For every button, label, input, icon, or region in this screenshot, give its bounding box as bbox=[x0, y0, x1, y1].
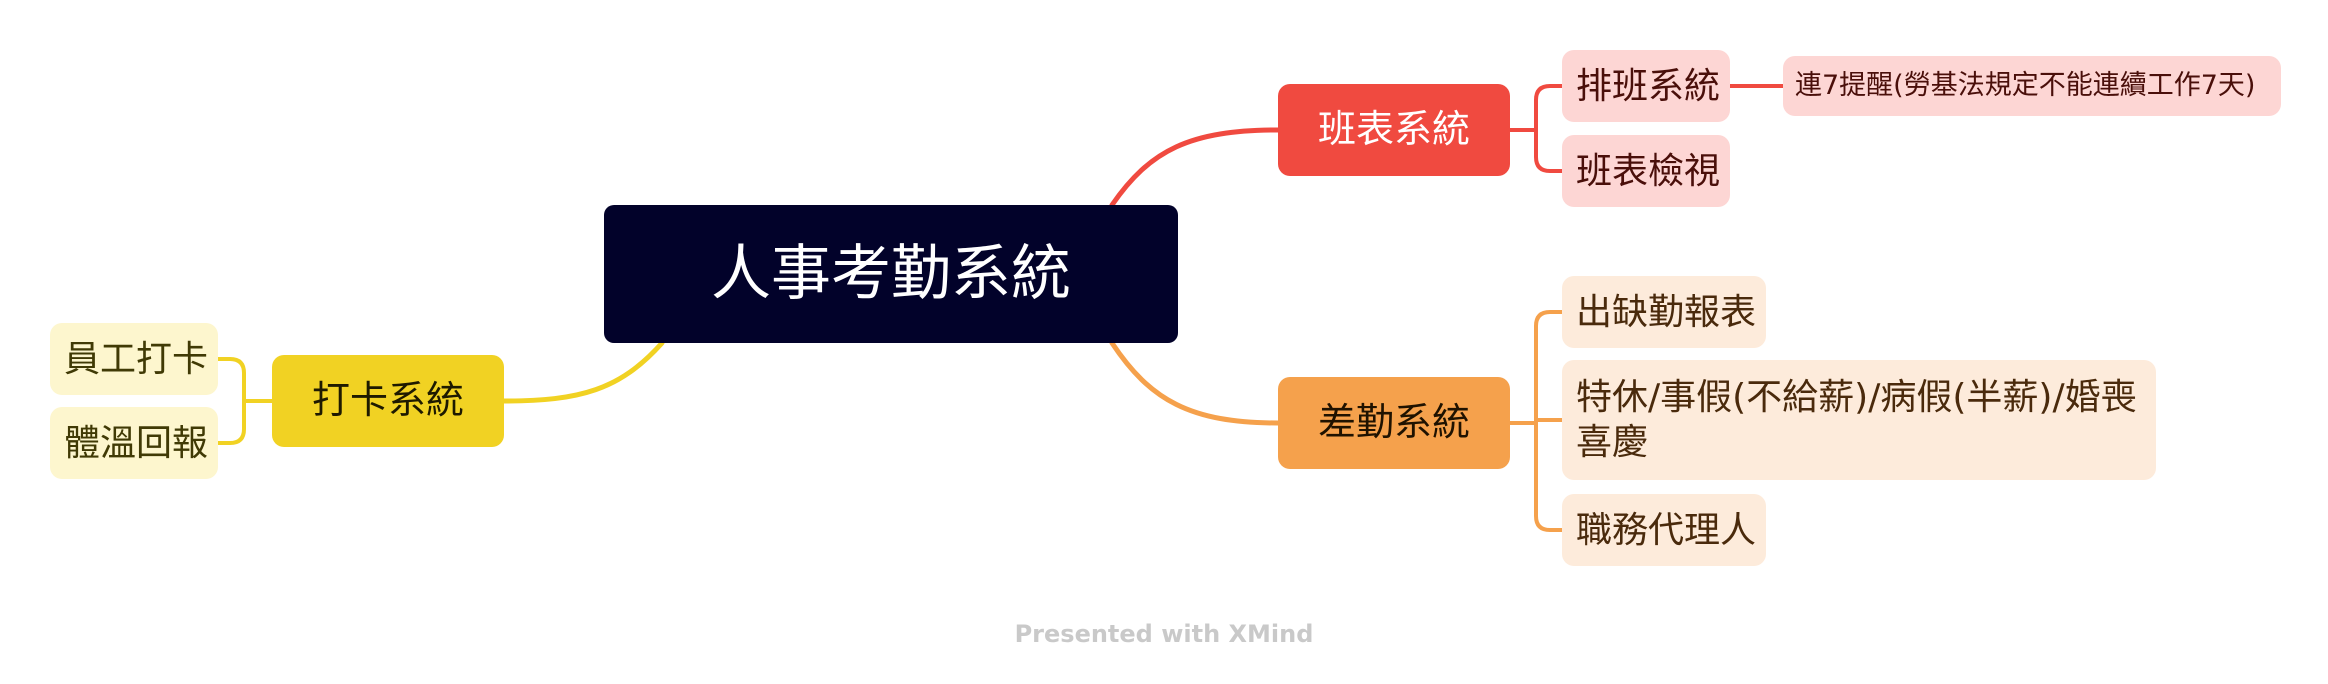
subtopic-attendance-report[interactable]: 出缺勤報表 bbox=[1562, 276, 1766, 348]
central-topic-label: 人事考勤系統 bbox=[711, 238, 1071, 309]
subtopic-label: 班表檢視 bbox=[1576, 150, 1721, 192]
subtopic-7-day-reminder[interactable]: 連7提醒(勞基法規定不能連續工作7天) bbox=[1783, 56, 2281, 116]
subtopic-job-agent[interactable]: 職務代理人 bbox=[1562, 494, 1766, 566]
subtopic-label: 出缺勤報表 bbox=[1576, 291, 1757, 333]
branch-schedule-label: 班表系統 bbox=[1317, 107, 1470, 152]
subtopic-leave-types[interactable]: 特休/事假(不給薪)/病假(半薪)/婚喪喜慶 bbox=[1562, 360, 2156, 480]
subtopic-label: 連7提醒(勞基法規定不能連續工作7天) bbox=[1795, 70, 2256, 102]
branch-attendance-label: 差勤系統 bbox=[1317, 400, 1470, 445]
branch-punch-label: 打卡系統 bbox=[311, 378, 464, 423]
connector-central-to-schedule bbox=[1109, 127, 1281, 208]
subtopic-label: 職務代理人 bbox=[1576, 509, 1757, 551]
connector-attendance-children bbox=[1508, 310, 1564, 532]
subtopic-shift-scheduling[interactable]: 排班系統 bbox=[1562, 50, 1730, 122]
branch-schedule-system[interactable]: 班表系統 bbox=[1278, 84, 1510, 176]
xmind-watermark: Presented with XMind bbox=[1014, 620, 1314, 648]
central-topic[interactable]: 人事考勤系統 bbox=[604, 205, 1178, 343]
subtopic-temperature-report[interactable]: 體溫回報 bbox=[50, 407, 218, 479]
subtopic-label: 體溫回報 bbox=[64, 422, 209, 464]
branch-attendance-system[interactable]: 差勤系統 bbox=[1278, 377, 1510, 469]
connector-central-to-punch bbox=[501, 340, 665, 404]
subtopic-label: 排班系統 bbox=[1576, 65, 1721, 107]
connector-schedule-children bbox=[1508, 84, 1564, 173]
subtopic-employee-clock-in[interactable]: 員工打卡 bbox=[50, 323, 218, 395]
subtopic-label: 員工打卡 bbox=[64, 338, 209, 380]
branch-punch-system[interactable]: 打卡系統 bbox=[272, 355, 504, 447]
mind-map-canvas: 人事考勤系統 班表系統 差勤系統 打卡系統 排班系統 連7提醒(勞基法規定不能連… bbox=[0, 0, 2328, 684]
connector-central-to-attendance bbox=[1109, 340, 1281, 426]
subtopic-label: 特休/事假(不給薪)/病假(半薪)/婚喪喜慶 bbox=[1576, 377, 2137, 463]
connector-punch-children bbox=[216, 357, 274, 445]
subtopic-schedule-view[interactable]: 班表檢視 bbox=[1562, 135, 1730, 207]
